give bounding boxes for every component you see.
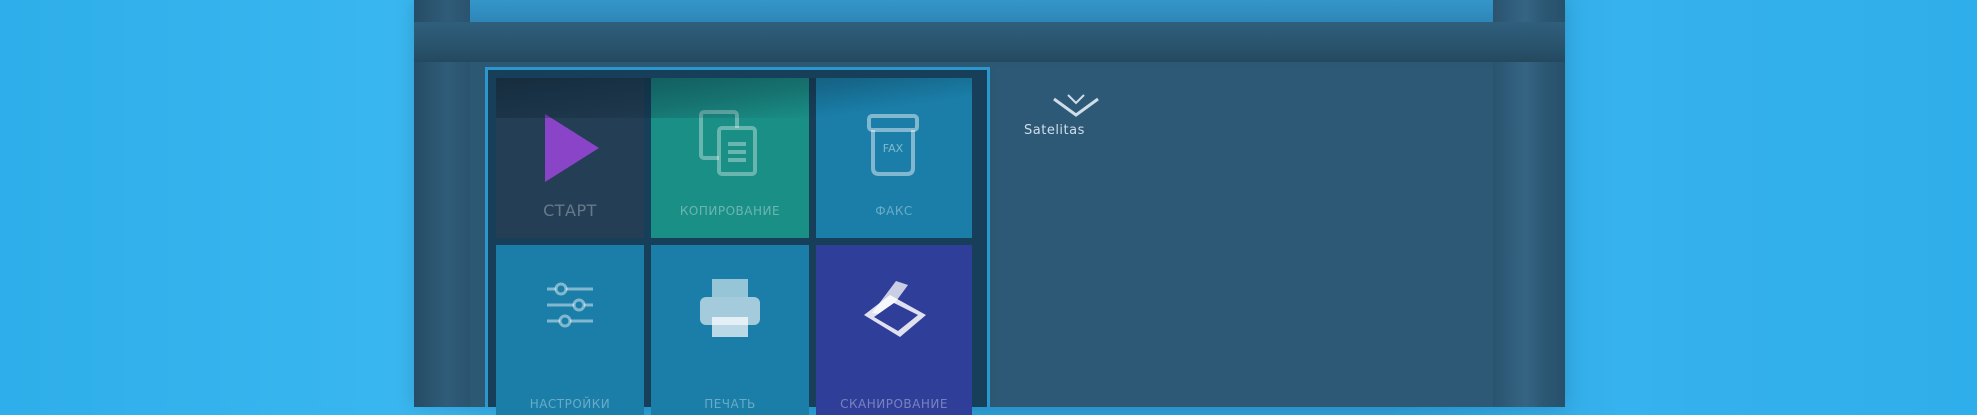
brand-logo-icon [1053,94,1099,117]
device-top-bezel [414,22,1565,62]
play-icon [535,108,605,192]
brand-logo-text: Satelitas [1024,123,1085,138]
printer-icon [694,275,766,345]
tile-settings-label: НАСТРОЙКИ [529,397,611,411]
copy-icon [695,108,765,184]
scanner-icon [856,275,932,345]
fax-icon: FAX [859,108,929,184]
sliders-icon [535,275,605,339]
tile-scan[interactable]: СКАНИРОВАНИЕ [816,245,972,415]
tile-fax-label: ФАКС [875,204,913,218]
svg-text:FAX: FAX [883,142,904,155]
tile-start[interactable]: СТАРТ [496,78,644,238]
tile-copy-label: КОПИРОВАНИЕ [679,204,781,218]
info-panel: Satelitas [996,67,1493,407]
tile-start-label: СТАРТ [543,201,597,220]
tile-print[interactable]: ПЕЧАТЬ [651,245,809,415]
tile-settings[interactable]: НАСТРОЙКИ [496,245,644,415]
tile-scan-label: СКАНИРОВАНИЕ [840,397,948,411]
device-screen: СТАРТ КОПИРОВАНИЕ FAX ФАКС НАСТРОЙКИ ПЕЧ… [470,62,1493,415]
device-body: СТАРТ КОПИРОВАНИЕ FAX ФАКС НАСТРОЙКИ ПЕЧ… [414,0,1565,415]
tile-copy[interactable]: КОПИРОВАНИЕ [651,78,809,238]
tile-print-label: ПЕЧАТЬ [704,397,756,411]
tile-fax[interactable]: FAX ФАКС [816,78,972,238]
device-top-strip [470,0,1493,22]
tile-panel: СТАРТ КОПИРОВАНИЕ FAX ФАКС НАСТРОЙКИ ПЕЧ… [485,67,990,415]
brand-logo: Satelitas [1024,93,1134,143]
